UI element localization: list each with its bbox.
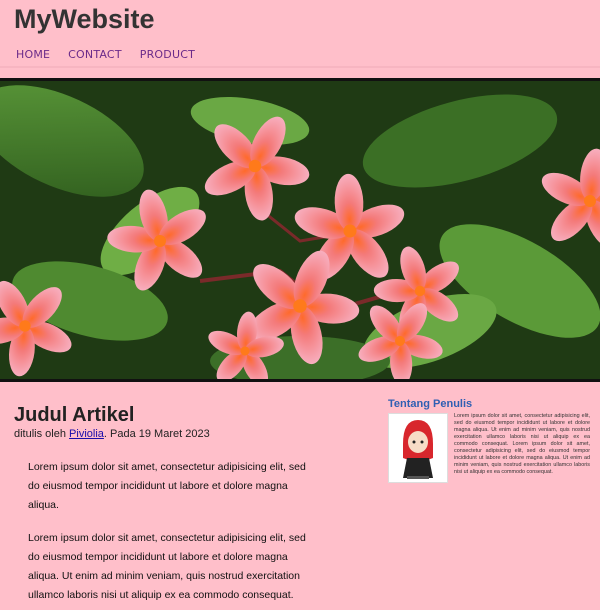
article-paragraph: Lorem ipsum dolor sit amet, consectetur … bbox=[28, 532, 306, 601]
article: Judul Artikel ditulis oleh Piviolia. Pad… bbox=[14, 404, 324, 605]
sidebar-heading: Tentang Penulis bbox=[388, 398, 473, 410]
main-nav: HOME CONTACT PRODUCT bbox=[16, 48, 195, 61]
nav-home-link[interactable]: HOME bbox=[16, 48, 50, 61]
author-link[interactable]: Piviolia bbox=[69, 428, 104, 440]
nav-contact-link[interactable]: CONTACT bbox=[68, 48, 122, 61]
byline-date: . Pada 19 Maret 2023 bbox=[103, 428, 210, 440]
article-paragraph: Lorem ipsum dolor sit amet, consectetur … bbox=[28, 461, 306, 511]
nav-divider bbox=[0, 66, 600, 68]
byline-prefix: ditulis oleh bbox=[14, 428, 70, 440]
nav-product-link[interactable]: PRODUCT bbox=[140, 48, 195, 61]
article-title: Judul Artikel bbox=[14, 404, 135, 426]
author-sidebar: Tentang Penulis Lorem ipsum dolor sit am… bbox=[388, 398, 590, 485]
site-header: MyWebsite HOME CONTACT PRODUCT bbox=[0, 0, 600, 78]
site-title: MyWebsite bbox=[14, 4, 155, 34]
author-avatar bbox=[388, 413, 448, 483]
hero-banner-image bbox=[0, 78, 600, 382]
article-byline: ditulis oleh Piviolia. Pada 19 Maret 202… bbox=[14, 428, 324, 440]
